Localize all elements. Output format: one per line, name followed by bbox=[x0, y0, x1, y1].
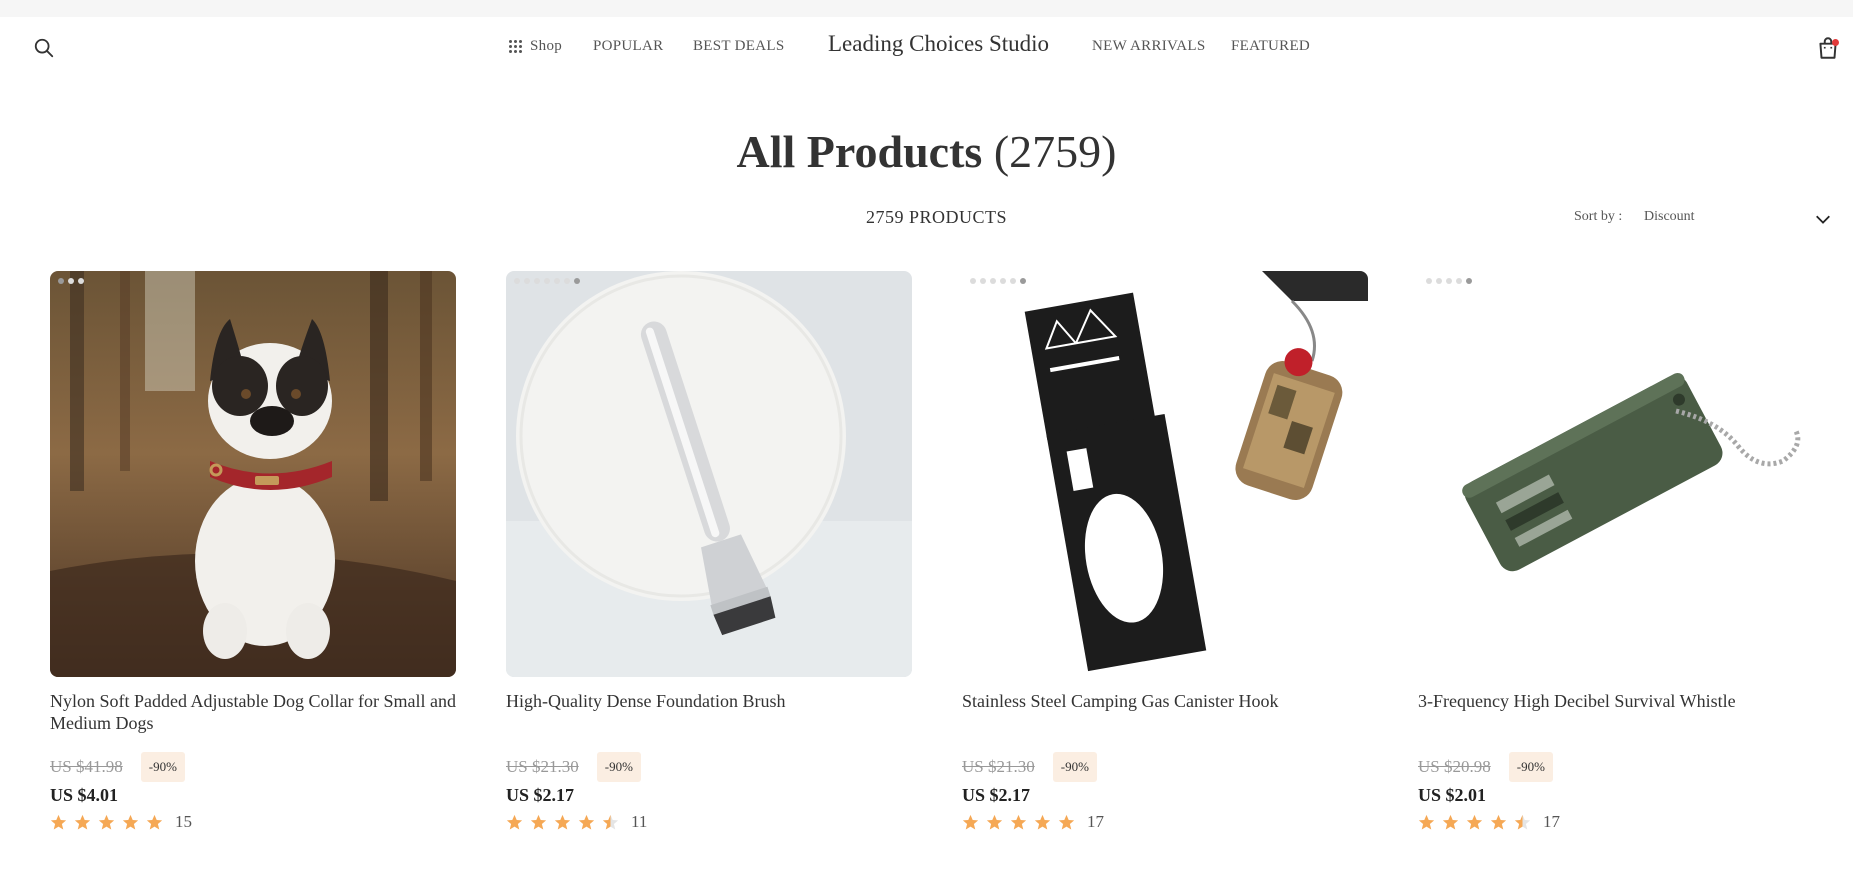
original-price: US $20.98 bbox=[1418, 757, 1491, 776]
original-price: US $21.30 bbox=[962, 757, 1035, 776]
star-icon bbox=[962, 814, 979, 829]
rating: 17 bbox=[962, 812, 1368, 832]
star-icon bbox=[1010, 814, 1027, 829]
nav-best-deals[interactable]: BEST DEALS bbox=[693, 38, 784, 55]
product-name[interactable]: High-Quality Dense Foundation Brush bbox=[506, 690, 912, 736]
original-price: US $41.98 bbox=[50, 757, 123, 776]
star-icon bbox=[146, 814, 163, 829]
star-icon bbox=[986, 814, 1003, 829]
cart-indicator-dot bbox=[1832, 39, 1839, 46]
product-card[interactable]: Stainless Steel Camping Gas Canister Hoo… bbox=[962, 271, 1368, 832]
star-icon bbox=[530, 814, 547, 829]
brand-logo[interactable]: Leading Choices Studio bbox=[828, 31, 1049, 57]
sale-price: US $2.17 bbox=[506, 785, 575, 805]
review-count: 17 bbox=[1543, 812, 1560, 831]
star-icon bbox=[506, 814, 523, 829]
star-icon bbox=[74, 814, 91, 829]
sale-price: US $2.01 bbox=[1418, 785, 1487, 805]
discount-badge: -90% bbox=[140, 752, 185, 782]
nav-featured[interactable]: FEATURED bbox=[1231, 38, 1310, 55]
product-card[interactable]: High-Quality Dense Foundation Brush US $… bbox=[506, 271, 912, 832]
sort-label: Sort by : bbox=[1574, 209, 1623, 224]
product-image-camping-hook[interactable] bbox=[962, 271, 1368, 677]
nav-shop-label: Shop bbox=[530, 38, 563, 54]
star-rating bbox=[506, 814, 619, 831]
star-icon bbox=[554, 814, 571, 829]
sale-price: US $2.17 bbox=[962, 785, 1031, 805]
price-row: US $21.30 -90% bbox=[506, 751, 912, 783]
product-image-survival-whistle[interactable] bbox=[1418, 271, 1824, 677]
site-header: Shop POPULAR BEST DEALS Leading Choices … bbox=[0, 17, 1853, 77]
product-image-foundation-brush[interactable] bbox=[506, 271, 912, 677]
price-row: US $41.98 -90% bbox=[50, 751, 456, 783]
page-title: All Products (2759) bbox=[0, 125, 1853, 178]
rating: 17 bbox=[1418, 812, 1824, 832]
star-rating bbox=[962, 814, 1075, 831]
search-icon[interactable] bbox=[33, 37, 55, 59]
rating: 11 bbox=[506, 812, 912, 832]
star-rating bbox=[50, 814, 163, 831]
star-icon bbox=[98, 814, 115, 829]
star-icon bbox=[122, 814, 139, 829]
rating: 15 bbox=[50, 812, 456, 832]
star-icon bbox=[1466, 814, 1483, 829]
discount-badge: -90% bbox=[1508, 752, 1553, 782]
product-image-dog-collar[interactable] bbox=[50, 271, 456, 677]
star-icon bbox=[50, 814, 67, 829]
star-icon bbox=[1418, 814, 1435, 829]
star-icon bbox=[602, 814, 619, 829]
image-carousel-dots bbox=[1426, 278, 1472, 284]
page-title-count: (2759) bbox=[993, 126, 1117, 177]
top-strip bbox=[0, 0, 1853, 17]
nav-popular[interactable]: POPULAR bbox=[593, 38, 663, 55]
price-row: US $20.98 -90% bbox=[1418, 751, 1824, 783]
grid-icon bbox=[509, 40, 522, 53]
product-name[interactable]: 3-Frequency High Decibel Survival Whistl… bbox=[1418, 690, 1824, 736]
price-row: US $21.30 -90% bbox=[962, 751, 1368, 783]
star-icon bbox=[1490, 814, 1507, 829]
star-icon bbox=[578, 814, 595, 829]
product-card[interactable]: 3-Frequency High Decibel Survival Whistl… bbox=[1418, 271, 1824, 832]
review-count: 11 bbox=[631, 812, 648, 831]
star-icon bbox=[1034, 814, 1051, 829]
chevron-down-icon[interactable] bbox=[1814, 210, 1832, 228]
discount-badge: -90% bbox=[596, 752, 641, 782]
star-icon bbox=[1442, 814, 1459, 829]
original-price: US $21.30 bbox=[506, 757, 579, 776]
product-name[interactable]: Nylon Soft Padded Adjustable Dog Collar … bbox=[50, 690, 456, 736]
page-title-text: All Products bbox=[736, 126, 983, 177]
star-icon bbox=[1058, 814, 1075, 829]
product-name[interactable]: Stainless Steel Camping Gas Canister Hoo… bbox=[962, 690, 1368, 736]
image-carousel-dots bbox=[970, 278, 1026, 284]
sale-price: US $4.01 bbox=[50, 785, 119, 805]
review-count: 15 bbox=[175, 812, 192, 831]
product-card[interactable]: Nylon Soft Padded Adjustable Dog Collar … bbox=[50, 271, 456, 832]
discount-badge: -90% bbox=[1052, 752, 1097, 782]
star-rating bbox=[1418, 814, 1531, 831]
star-icon bbox=[1514, 814, 1531, 829]
nav-shop[interactable]: Shop bbox=[509, 38, 562, 55]
nav-new-arrivals[interactable]: NEW ARRIVALS bbox=[1092, 38, 1205, 55]
sort-select[interactable]: Discount bbox=[1644, 209, 1695, 225]
image-carousel-dots bbox=[514, 278, 580, 284]
review-count: 17 bbox=[1087, 812, 1104, 831]
image-carousel-dots bbox=[58, 278, 84, 284]
